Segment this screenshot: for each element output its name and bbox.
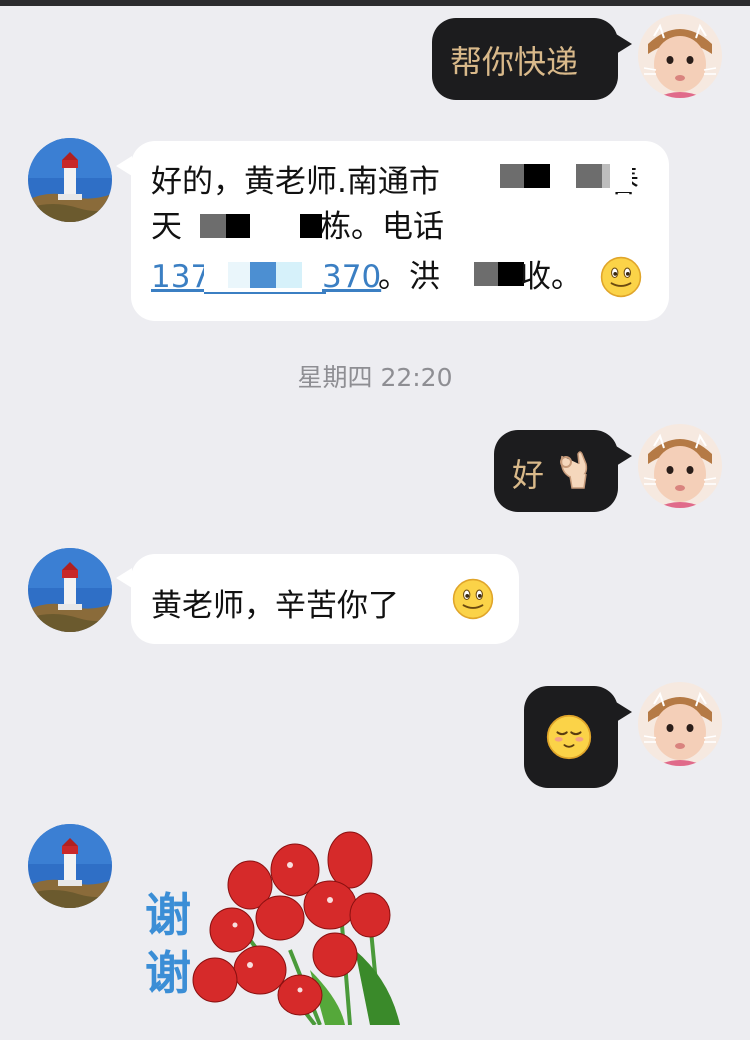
contact-avatar[interactable] xyxy=(28,824,112,908)
phone-number-link[interactable]: 370 xyxy=(322,259,381,295)
content-face-emoji-icon xyxy=(546,714,592,760)
baby-avatar-icon xyxy=(638,14,722,98)
smile-emoji-icon xyxy=(452,578,494,620)
redaction-block xyxy=(228,262,250,288)
my-avatar[interactable] xyxy=(638,14,722,98)
smile-emoji-icon xyxy=(600,256,642,298)
message-text: 帮你快递 xyxy=(450,43,579,81)
message-text: 。洪 xyxy=(378,259,440,295)
message-text: 好的，黄老师.南通市 xyxy=(151,164,440,200)
lighthouse-avatar-icon xyxy=(28,824,112,908)
link-underline xyxy=(204,292,326,294)
baby-avatar-icon xyxy=(638,682,722,766)
redaction-block xyxy=(524,164,550,188)
redaction-block xyxy=(276,262,302,288)
lighthouse-avatar-icon xyxy=(28,138,112,222)
bubble-tail xyxy=(116,568,132,588)
redaction-block xyxy=(474,262,498,286)
bubble-tail xyxy=(616,446,632,466)
message-text: 收。 xyxy=(520,259,582,295)
top-bar xyxy=(0,0,750,6)
redaction-block xyxy=(250,262,276,288)
ok-hand-icon xyxy=(560,451,588,489)
contact-avatar[interactable] xyxy=(28,138,112,222)
timestamp: 星期四 22:20 xyxy=(297,363,453,392)
redaction-block xyxy=(602,164,610,188)
redaction-block xyxy=(300,214,322,238)
bubble-tail xyxy=(116,156,132,176)
message-text: 黄老师，辛苦你了 xyxy=(151,588,399,624)
contact-avatar[interactable] xyxy=(28,548,112,632)
phone-number-link[interactable]: 137 xyxy=(151,259,210,295)
redaction-block xyxy=(226,214,250,238)
redaction-block xyxy=(500,164,524,188)
bubble-tail xyxy=(616,702,632,722)
my-avatar[interactable] xyxy=(638,682,722,766)
message-text: 好 xyxy=(512,456,545,494)
redaction-block xyxy=(576,164,602,188)
bubble-tail xyxy=(616,34,632,54)
baby-avatar-icon xyxy=(638,424,722,508)
message-text: 栋。电话 xyxy=(320,209,444,245)
my-avatar[interactable] xyxy=(638,424,722,508)
sticker-text: 谢谢 xyxy=(145,888,191,1000)
redaction-block xyxy=(200,214,226,238)
message-text: 天 xyxy=(151,209,182,245)
lighthouse-avatar-icon xyxy=(28,548,112,632)
